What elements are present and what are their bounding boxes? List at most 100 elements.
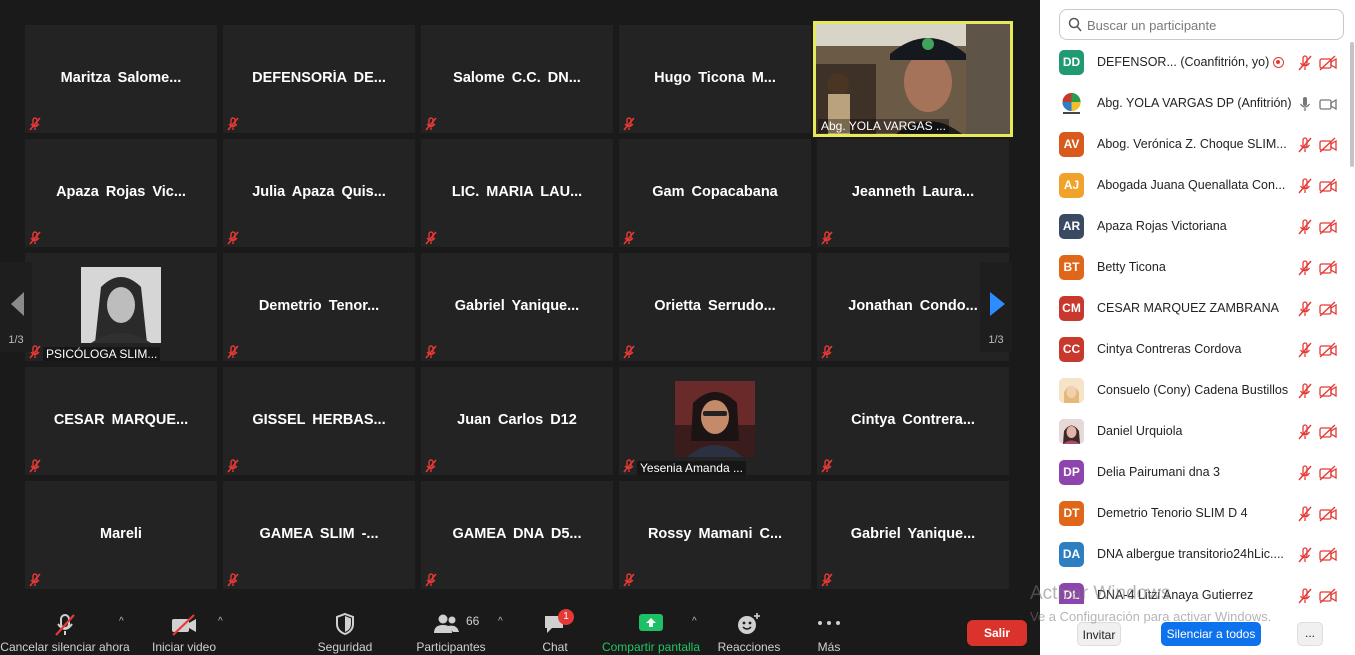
- muted-mic-icon: [820, 573, 834, 587]
- participant-name: DNA albergue transitorio24hLic....: [1097, 547, 1284, 561]
- participant-tile[interactable]: Jeanneth Laura...: [817, 139, 1009, 247]
- muted-mic-icon: [1297, 383, 1313, 404]
- participant-row[interactable]: DA DNA albergue transitorio24hLic....: [1040, 534, 1345, 575]
- muted-mic-icon: [622, 459, 636, 473]
- reactions-button[interactable]: Reacciones: [716, 604, 782, 655]
- participant-row[interactable]: BT Betty Ticona: [1040, 247, 1345, 288]
- participant-tile[interactable]: Gabriel Yanique...: [817, 481, 1009, 589]
- participant-row[interactable]: AR Apaza Rojas Victoriana: [1040, 206, 1345, 247]
- video-off-icon: [1319, 260, 1337, 281]
- participant-tile[interactable]: GAMEA DNA D5...: [421, 481, 613, 589]
- muted-mic-icon: [424, 459, 438, 473]
- muted-mic-icon: [424, 117, 438, 131]
- participant-tile-name: Salome C.C. DN...: [453, 70, 581, 86]
- muted-mic-icon: [1297, 588, 1313, 604]
- participant-list-scrollbar[interactable]: [1350, 42, 1354, 167]
- participant-tile-name: Julia Apaza Quis...: [252, 184, 386, 200]
- muted-mic-icon: [55, 614, 75, 636]
- participant-row[interactable]: AV Abog. Verónica Z. Choque SLIM...: [1040, 124, 1345, 165]
- participant-name: CESAR MARQUEZ ZAMBRANA: [1097, 301, 1279, 315]
- muted-mic-icon: [226, 573, 240, 587]
- participant-tile-name: CESAR MARQUE...: [53, 412, 189, 428]
- avatar: DD: [1059, 50, 1084, 75]
- participant-row[interactable]: DP Delia Pairumani dna 3: [1040, 452, 1345, 493]
- participant-tile[interactable]: Salome C.C. DN...: [421, 25, 613, 133]
- smiley-plus-icon: [738, 613, 760, 634]
- participant-row[interactable]: Consuelo (Cony) Cadena Bustillos: [1040, 370, 1345, 411]
- participant-tile[interactable]: Gabriel Yanique...: [421, 253, 613, 361]
- windows-activation-watermark: Activar Windows: [1030, 583, 1171, 604]
- participant-row[interactable]: AJ Abogada Juana Quenallata Con...: [1040, 165, 1345, 206]
- share-screen-button[interactable]: Compartir pantalla: [598, 604, 704, 655]
- search-input[interactable]: [1087, 16, 1337, 34]
- participant-tile-name: Demetrio Tenor...: [258, 298, 380, 314]
- participant-tile[interactable]: Juan Carlos D12: [421, 367, 613, 475]
- participant-tile[interactable]: Abg. YOLA VARGAS ...: [813, 21, 1013, 137]
- participant-tile[interactable]: Hugo Ticona M...: [619, 25, 811, 133]
- previous-page-button[interactable]: 1/3: [0, 262, 32, 352]
- participant-row[interactable]: DT Demetrio Tenorio SLIM D 4: [1040, 493, 1345, 534]
- shield-icon: [336, 612, 354, 636]
- participant-name: Consuelo (Cony) Cadena Bustillos: [1097, 383, 1289, 397]
- participant-row[interactable]: Abg. YOLA VARGAS DP (Anfitrión): [1040, 83, 1345, 124]
- avatar: DT: [1059, 501, 1084, 526]
- video-off-icon: [1319, 178, 1337, 199]
- participant-tile[interactable]: LIC. MARIA LAU...: [421, 139, 613, 247]
- participant-tile[interactable]: Cintya Contrera...: [817, 367, 1009, 475]
- muted-mic-icon: [1297, 506, 1313, 527]
- participant-tile-label: PSICÓLOGA SLIM...: [43, 347, 161, 361]
- participants-options-caret[interactable]: ^: [498, 616, 503, 627]
- muted-mic-icon: [28, 459, 42, 473]
- participant-tile[interactable]: PSICÓLOGA SLIM...: [25, 253, 217, 361]
- panel-more-button[interactable]: ...: [1297, 622, 1323, 646]
- unmute-button[interactable]: Cancelar silenciar ahora: [0, 604, 130, 655]
- muted-mic-icon: [820, 459, 834, 473]
- chevron-left-icon: [11, 292, 24, 316]
- avatar: [1059, 378, 1084, 403]
- share-options-caret[interactable]: ^: [692, 616, 697, 627]
- participant-tile[interactable]: Gam Copacabana: [619, 139, 811, 247]
- audio-options-caret[interactable]: ^: [119, 616, 124, 627]
- participant-tile[interactable]: Maritza Salome...: [25, 25, 217, 133]
- next-page-button[interactable]: 1/3: [980, 262, 1012, 352]
- participant-tile[interactable]: Yesenia Amanda ...: [619, 367, 811, 475]
- start-video-button[interactable]: Iniciar video: [148, 604, 220, 655]
- participant-row[interactable]: CM CESAR MARQUEZ ZAMBRANA: [1040, 288, 1345, 329]
- leave-meeting-button[interactable]: Salir: [967, 620, 1027, 646]
- participant-tile[interactable]: Demetrio Tenor...: [223, 253, 415, 361]
- muted-mic-icon: [1297, 342, 1313, 363]
- participant-name: Demetrio Tenorio SLIM D 4: [1097, 506, 1248, 520]
- video-options-caret[interactable]: ^: [218, 616, 223, 627]
- more-button[interactable]: Más: [810, 604, 848, 655]
- participant-tile[interactable]: Mareli: [25, 481, 217, 589]
- participant-tile[interactable]: GAMEA SLIM -...: [223, 481, 415, 589]
- participant-row[interactable]: CC Cintya Contreras Cordova: [1040, 329, 1345, 370]
- participant-tile[interactable]: Rossy Mamani C...: [619, 481, 811, 589]
- participant-name: DEFENSOR... (Coanfitrión, yo): [1097, 55, 1270, 69]
- invite-button[interactable]: Invitar: [1077, 622, 1121, 646]
- participant-row[interactable]: DD DEFENSOR... (Coanfitrión, yo): [1040, 42, 1345, 83]
- participant-video-feed: [816, 24, 1010, 134]
- chat-button[interactable]: 1 Chat: [530, 604, 580, 655]
- participant-tile[interactable]: GISSEL HERBAS...: [223, 367, 415, 475]
- participant-tile[interactable]: Orietta Serrudo...: [619, 253, 811, 361]
- muted-mic-icon: [1297, 219, 1313, 240]
- participant-tile[interactable]: CESAR MARQUE...: [25, 367, 217, 475]
- participant-tile[interactable]: Julia Apaza Quis...: [223, 139, 415, 247]
- participant-row[interactable]: Daniel Urquiola: [1040, 411, 1345, 452]
- meeting-toolbar: Cancelar silenciar ahora ^ Iniciar video…: [0, 604, 1040, 655]
- participant-tile-name: Gam Copacabana: [652, 184, 778, 200]
- muted-mic-icon: [1297, 465, 1313, 486]
- participant-tile[interactable]: Apaza Rojas Vic...: [25, 139, 217, 247]
- security-button[interactable]: Seguridad: [312, 604, 378, 655]
- muted-mic-icon: [1297, 547, 1313, 568]
- participants-button[interactable]: 66 Participantes: [412, 604, 490, 655]
- participant-name: Abog. Verónica Z. Choque SLIM...: [1097, 137, 1287, 151]
- participant-search-box[interactable]: [1059, 9, 1344, 40]
- video-icon: [1319, 96, 1337, 117]
- participant-tile[interactable]: DEFENSORÍA DE...: [223, 25, 415, 133]
- video-off-icon: [1319, 547, 1337, 568]
- participant-tile-name: Juan Carlos D12: [457, 412, 577, 428]
- participant-tile-name: Cintya Contrera...: [851, 412, 975, 428]
- mute-all-button[interactable]: Silenciar a todos: [1161, 622, 1261, 646]
